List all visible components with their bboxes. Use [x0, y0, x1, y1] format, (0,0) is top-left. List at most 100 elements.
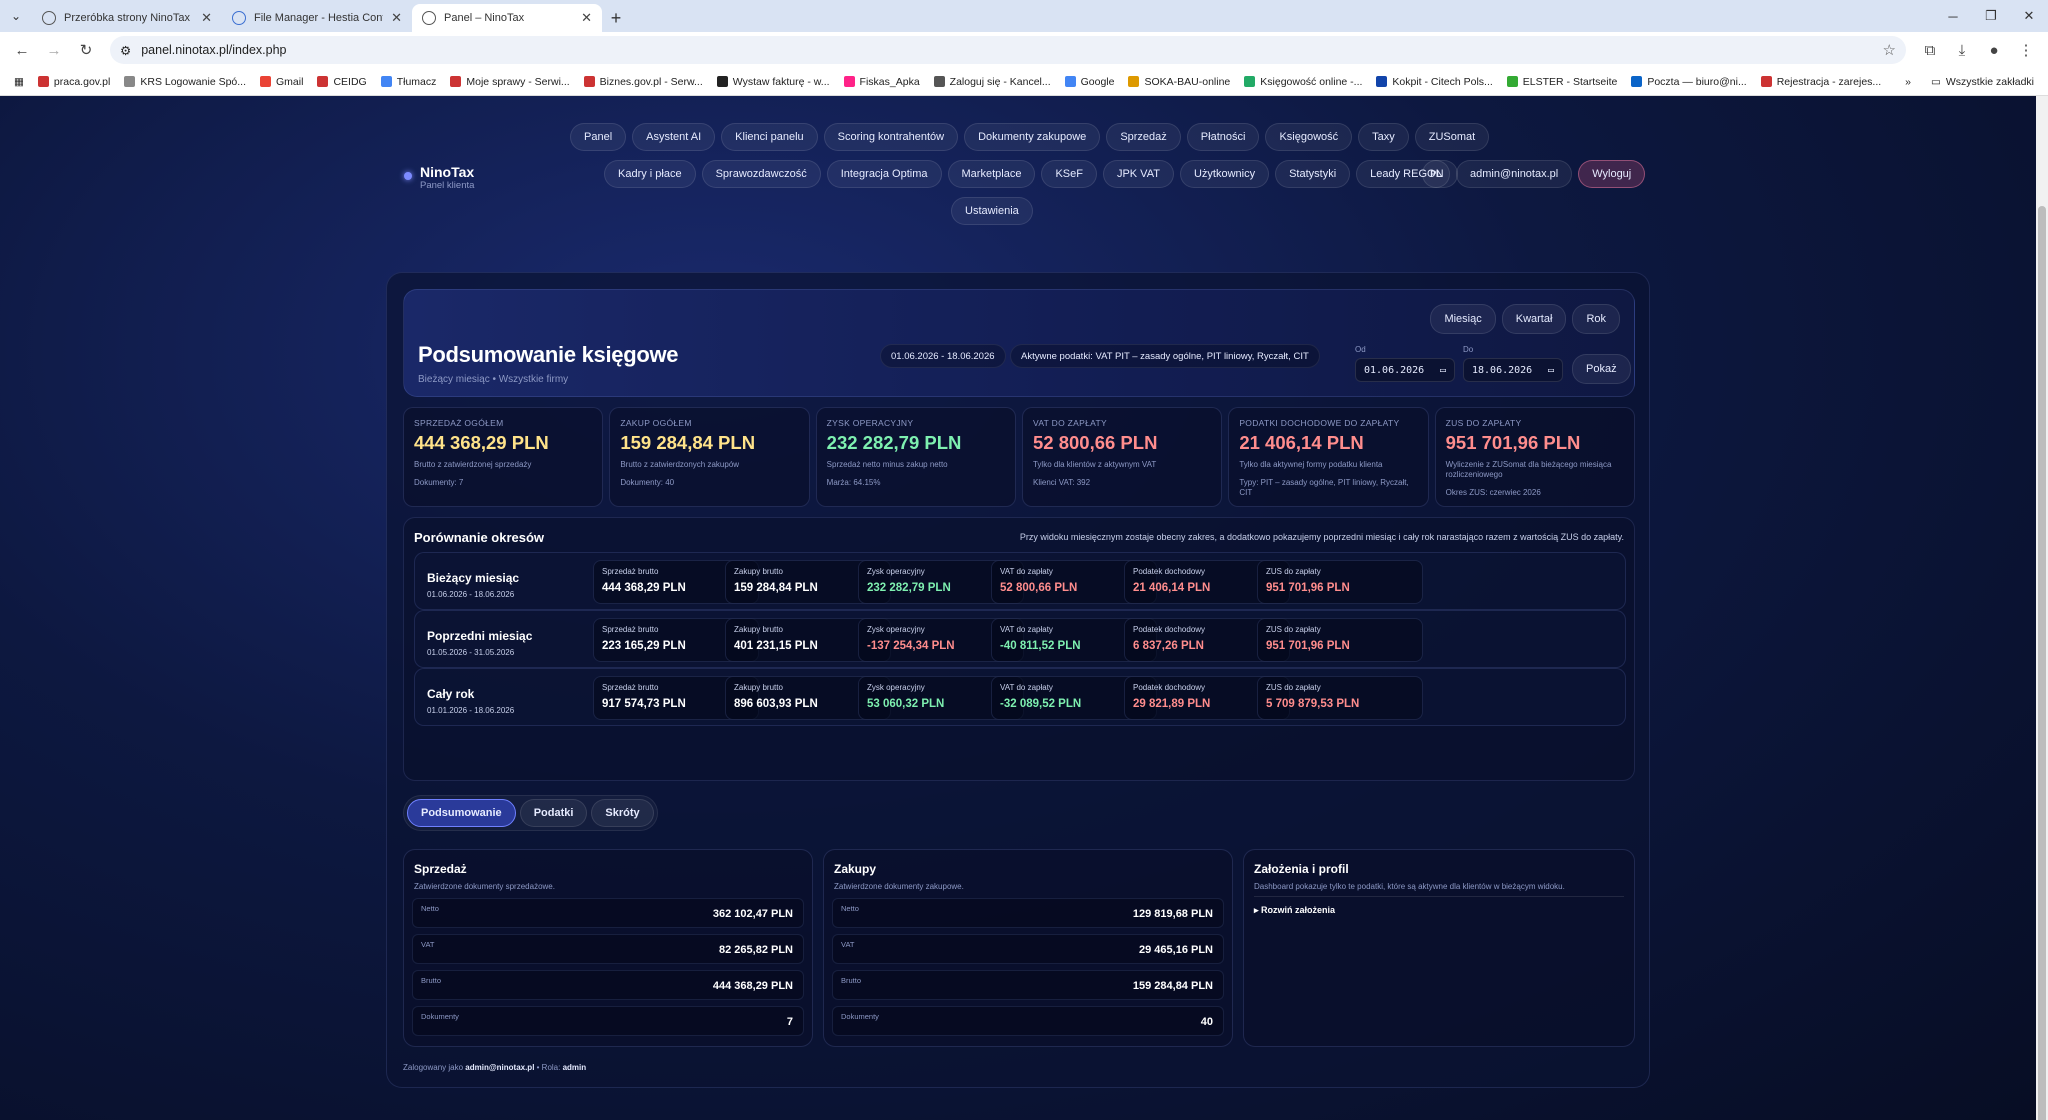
profile-icon[interactable]: ● — [1980, 36, 2008, 64]
logout-button[interactable]: Wyloguj — [1578, 160, 1646, 188]
period-quarter-button[interactable]: Kwartał — [1501, 304, 1567, 334]
close-icon[interactable]: ✕ — [581, 10, 592, 26]
apps-icon[interactable]: ▦ — [8, 73, 30, 91]
bookmark[interactable]: praca.gov.pl — [32, 73, 116, 91]
nav-integracja-optima[interactable]: Integracja Optima — [826, 160, 942, 188]
show-button[interactable]: Pokaż — [1572, 354, 1631, 384]
nav-jpk-vat[interactable]: JPK VAT — [1102, 160, 1174, 188]
bookmark[interactable]: Fiskas_Apka — [838, 73, 926, 91]
language-switch[interactable]: PL — [1422, 160, 1450, 188]
bookmark[interactable]: ELSTER - Startseite — [1501, 73, 1624, 91]
tab-podatki[interactable]: Podatki — [519, 799, 588, 827]
nav-klienci-panelu[interactable]: Klienci panelu — [721, 123, 818, 151]
close-window-icon[interactable]: ✕ — [2010, 0, 2048, 32]
bookmark[interactable]: Google — [1059, 73, 1121, 91]
nav-asystent-ai[interactable]: Asystent AI — [632, 123, 716, 151]
browser-tab[interactable]: File Manager - Hestia Control P... ✕ — [222, 4, 412, 32]
cell-value: 5 709 879,53 PLN — [1266, 698, 1360, 710]
nav-uzytkownicy[interactable]: Użytkownicy — [1179, 160, 1270, 188]
forward-icon[interactable]: → — [40, 36, 68, 64]
kpi-card-purchases: Zakup ogółem 159 284,84 PLN Brutto z zatwi… — [609, 407, 810, 507]
bookmark[interactable]: KRS Logowanie Spó... — [118, 73, 252, 91]
bookmark-favicon — [1506, 76, 1518, 87]
extensions-icon[interactable]: ⧉ — [1916, 36, 1944, 64]
minimize-icon[interactable]: ─ — [1934, 0, 1972, 32]
date-from-input[interactable]: 01.06.2026 ▭ — [1355, 358, 1455, 382]
bookmark-label: KRS Logowanie Spó... — [140, 75, 247, 88]
comparison-row: Cały rok 01.01.2026 - 18.06.2026 Sprzedaż … — [414, 668, 1626, 726]
page-scrollbar[interactable] — [2036, 96, 2048, 1120]
nav-platnosci[interactable]: Płatności — [1186, 123, 1260, 151]
bookmark[interactable]: Tłumacz — [375, 73, 443, 91]
bookmark[interactable]: Poczta — biuro@ni... — [1625, 73, 1752, 91]
nav-marketplace[interactable]: Marketplace — [947, 160, 1036, 188]
footer-user: admin@ninotax.pl — [465, 1063, 535, 1072]
bookmark[interactable]: Rejestracja - zarejes... — [1755, 73, 1887, 91]
tab-search-icon[interactable]: ⌄ — [0, 0, 32, 32]
comparison-row: Bieżący miesiąc 01.06.2026 - 18.06.2026 Sp… — [414, 552, 1626, 610]
bookmark[interactable]: SOKA-BAU-online — [1122, 73, 1236, 91]
nav-sprzedaz[interactable]: Sprzedaż — [1106, 123, 1181, 151]
date-to-value: 18.06.2026 — [1472, 364, 1533, 376]
row-label: Brutto — [841, 976, 862, 985]
nav-ksef[interactable]: KSeF — [1041, 160, 1097, 188]
back-icon[interactable]: ← — [8, 36, 36, 64]
date-to-input[interactable]: 18.06.2026 ▭ — [1463, 358, 1563, 382]
nav-kadry[interactable]: Kadry i płace — [604, 160, 696, 188]
bookmark[interactable]: Zaloguj się - Kancel... — [928, 73, 1057, 91]
footer-role-prefix: • Rola: — [536, 1063, 561, 1072]
nav-dokumenty-zakupowe[interactable]: Dokumenty zakupowe — [964, 123, 1101, 151]
bookmark[interactable]: Biznes.gov.pl - Serw... — [578, 73, 709, 91]
kpi-extra: Typy: PIT – zasady ogólne, PIT liniowy, … — [1239, 478, 1409, 497]
reload-icon[interactable]: ↻ — [72, 36, 100, 64]
nav-statystyki[interactable]: Statystyki — [1275, 160, 1351, 188]
nav-taxy[interactable]: Taxy — [1358, 123, 1409, 151]
nav-scoring[interactable]: Scoring kontrahentów — [823, 123, 959, 151]
browser-tab-active[interactable]: Panel – NinoTax ✕ — [412, 4, 602, 32]
date-range-chip: 01.06.2026 - 18.06.2026 — [880, 344, 1006, 368]
nav-ustawienia[interactable]: Ustawienia — [951, 197, 1033, 225]
browser-tab[interactable]: Przeróbka strony NinoTax ✕ — [32, 4, 222, 32]
nav-ksiegowosc[interactable]: Księgowość — [1265, 123, 1353, 151]
scrollbar-thumb[interactable] — [2038, 206, 2046, 1120]
close-icon[interactable]: ✕ — [201, 10, 212, 26]
url-bar[interactable]: ⚙ panel.ninotax.pl/index.php ☆ — [110, 36, 1906, 64]
bookmark[interactable]: Gmail — [254, 73, 309, 91]
menu-icon[interactable]: ⋮ — [2012, 36, 2040, 64]
download-icon[interactable]: ⤓ — [1948, 36, 1976, 64]
calendar-icon[interactable]: ▭ — [1548, 365, 1554, 376]
purchases-desc: Zatwierdzone dokumenty zakupowe. — [834, 882, 964, 891]
bookmark-label: Kokpit - Citech Pols... — [1392, 75, 1493, 88]
nav-sprawozdawczosc[interactable]: Sprawozdawczość — [701, 160, 821, 188]
period-month-button[interactable]: Miesiąc — [1430, 304, 1496, 334]
restore-icon[interactable]: ❐ — [1972, 0, 2010, 32]
bookmark[interactable]: CEIDG — [311, 73, 372, 91]
user-email[interactable]: admin@ninotax.pl — [1456, 160, 1573, 188]
tab-skroty[interactable]: Skróty — [591, 799, 654, 827]
bookmark[interactable]: Wystaw fakturę - w... — [711, 73, 836, 91]
row-label: Brutto — [421, 976, 442, 985]
more-bookmarks-icon[interactable]: » — [1905, 76, 1911, 88]
calendar-icon[interactable]: ▭ — [1440, 365, 1446, 376]
comparison-row-dates: 01.06.2026 - 18.06.2026 — [427, 590, 515, 599]
bookmark-label: CEIDG — [333, 75, 367, 88]
star-icon[interactable]: ☆ — [1883, 41, 1896, 59]
tab-podsumowanie[interactable]: Podsumowanie — [407, 799, 516, 827]
close-icon[interactable]: ✕ — [391, 10, 402, 26]
bookmark[interactable]: Księgowość online -... — [1238, 73, 1368, 91]
comparison-cell: ZUS do zapłaty 5 709 879,53 PLN — [1257, 676, 1423, 720]
window-controls: ─ ❐ ✕ — [1934, 0, 2048, 32]
expand-assumptions-toggle[interactable]: ▸ Rozwiń założenia — [1254, 905, 1335, 916]
tab-title: File Manager - Hestia Control P... — [254, 12, 383, 24]
all-bookmarks-folder[interactable]: ▭ Wszystkie zakładki — [1925, 73, 2040, 91]
brand-logo[interactable]: NinoTax Panel klienta — [404, 164, 474, 191]
row-label: Dokumenty — [421, 1012, 459, 1021]
comparison-row-title: Poprzedni miesiąc — [427, 629, 533, 643]
nav-zusomat[interactable]: ZUSomat — [1414, 123, 1490, 151]
bookmark[interactable]: Moje sprawy - Serwi... — [444, 73, 575, 91]
new-tab-icon[interactable]: + — [602, 4, 630, 32]
bookmark[interactable]: Kokpit - Citech Pols... — [1370, 73, 1498, 91]
nav-panel[interactable]: Panel — [570, 123, 627, 151]
site-info-icon[interactable]: ⚙ — [120, 43, 131, 58]
period-year-button[interactable]: Rok — [1572, 304, 1620, 334]
